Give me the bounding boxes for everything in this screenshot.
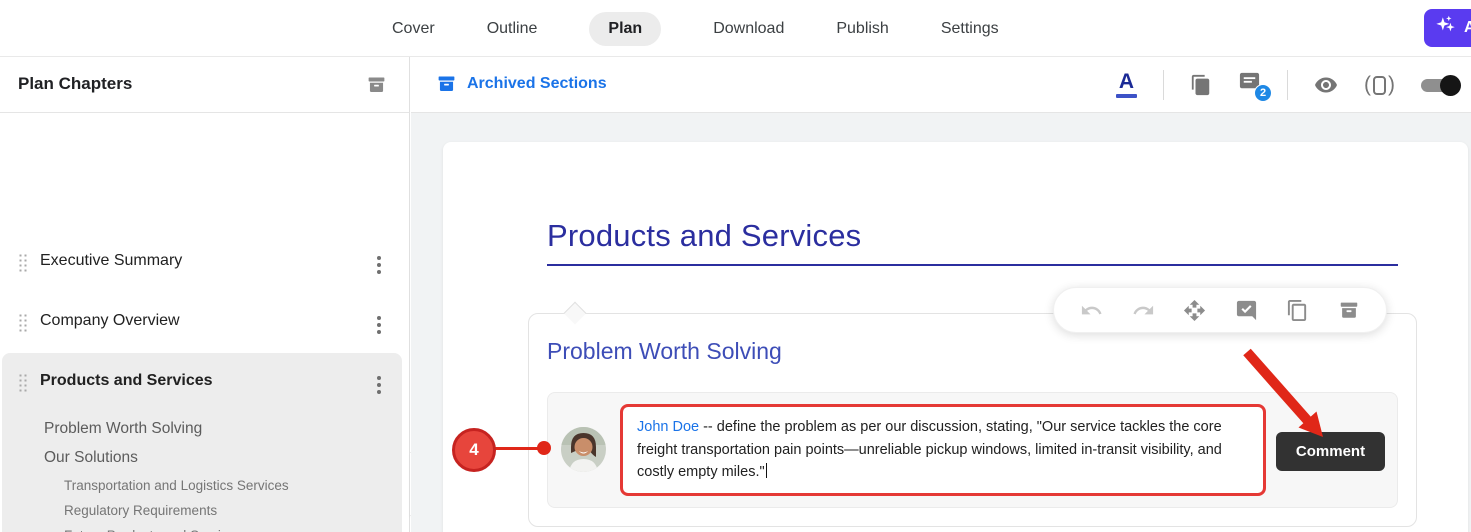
tab-outline[interactable]: Outline: [487, 20, 538, 38]
toolbar-divider: [1163, 70, 1164, 100]
ai-button-label: AI: [1464, 19, 1471, 36]
comment-check-icon[interactable]: [1235, 299, 1258, 322]
chapter-title: Products and Services: [547, 218, 862, 253]
tab-settings[interactable]: Settings: [941, 20, 999, 38]
copy-pages-icon[interactable]: [1190, 74, 1212, 96]
toolbar-divider: [1287, 70, 1288, 100]
text-cursor: [765, 463, 768, 478]
redo-icon[interactable]: [1132, 299, 1155, 322]
editor-toolbar: A 2 (): [1116, 57, 1461, 113]
annotation-step-badge: 4: [452, 428, 496, 472]
sidebar-header: Plan Chapters: [0, 57, 410, 113]
sidebar-item-future-products[interactable]: Future Products and Services: [64, 528, 242, 532]
block-floating-toolbar: [1053, 287, 1387, 333]
sparkles-icon: [1432, 13, 1458, 44]
sidebar-item-executive-summary[interactable]: Executive Summary: [0, 241, 410, 285]
tab-publish[interactable]: Publish: [836, 20, 888, 38]
sidebar-item-company-overview[interactable]: Company Overview: [0, 301, 410, 345]
archived-sections-link[interactable]: Archived Sections: [436, 73, 607, 94]
kebab-menu-icon[interactable]: [373, 371, 385, 399]
avatar: [561, 427, 606, 472]
editor-header: Archived Sections A 2 (): [411, 57, 1471, 113]
top-nav-bar: Cover Outline Plan Download Publish Sett…: [0, 0, 1471, 57]
sidebar-title: Plan Chapters: [18, 74, 133, 93]
drag-handle-icon[interactable]: [18, 313, 28, 333]
undo-icon[interactable]: [1080, 299, 1103, 322]
tab-download[interactable]: Download: [713, 20, 784, 38]
comment-text: -- define the problem as per our discuss…: [637, 419, 1222, 480]
format-color-text-icon[interactable]: A: [1116, 71, 1137, 98]
sidebar-item-problem-worth-solving[interactable]: Problem Worth Solving: [44, 420, 202, 438]
eye-icon[interactable]: [1314, 73, 1338, 97]
sidebar-item-regulatory-requirements[interactable]: Regulatory Requirements: [64, 503, 217, 518]
plan-chapters-sidebar: Executive Summary Company Overview Produ…: [0, 113, 410, 532]
sidebar-item-our-solutions[interactable]: Our Solutions: [44, 449, 138, 467]
ai-assistant-button[interactable]: AI: [1424, 9, 1471, 47]
archive-chapters-icon[interactable]: [366, 74, 387, 100]
comment-author-link[interactable]: John Doe: [637, 419, 699, 435]
tab-plan[interactable]: Plan: [589, 11, 662, 46]
comment-button[interactable]: Comment: [1276, 432, 1385, 471]
sidebar-item-transportation-logistics[interactable]: Transportation and Logistics Services: [64, 478, 289, 493]
archive-icon[interactable]: [1338, 299, 1360, 321]
toggle-switch[interactable]: [1421, 75, 1461, 96]
chapter-title-rule: [547, 264, 1398, 266]
copy-icon[interactable]: [1286, 299, 1309, 322]
comments-count-badge: 2: [1254, 84, 1272, 102]
archived-sections-label: Archived Sections: [467, 74, 607, 92]
drag-handle-icon[interactable]: [18, 253, 28, 273]
section-title: Problem Worth Solving: [547, 338, 782, 364]
move-icon[interactable]: [1183, 299, 1206, 322]
mobile-preview-icon[interactable]: (): [1364, 73, 1395, 97]
tab-cover[interactable]: Cover: [392, 20, 435, 38]
drag-handle-icon[interactable]: [18, 373, 28, 393]
kebab-menu-icon[interactable]: [373, 311, 385, 339]
kebab-menu-icon[interactable]: [373, 251, 385, 279]
comment-input[interactable]: John Doe -- define the problem as per ou…: [620, 404, 1266, 496]
comments-icon[interactable]: 2: [1238, 71, 1272, 102]
nav-tabs: Cover Outline Plan Download Publish Sett…: [392, 0, 999, 57]
annotation-connector-dot: [537, 441, 551, 455]
archive-icon: [436, 73, 457, 94]
sidebar-item-products-and-services[interactable]: Products and Services: [0, 361, 410, 405]
